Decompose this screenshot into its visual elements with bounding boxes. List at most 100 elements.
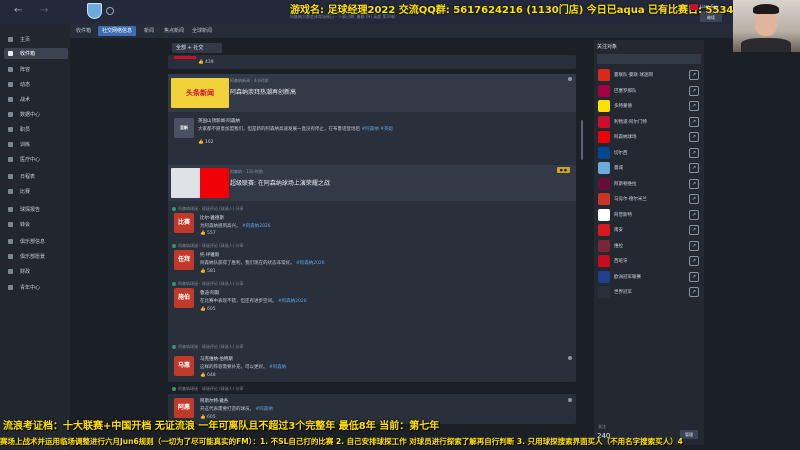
like-count[interactable]: 👍 162 bbox=[198, 140, 214, 145]
sidebar-item-squad[interactable]: 阵容 bbox=[4, 64, 68, 75]
finances-icon bbox=[8, 269, 13, 274]
reply-author[interactable]: 托·坪雅斯 bbox=[200, 252, 219, 258]
reply-avatar: 任拜 bbox=[174, 250, 194, 270]
tab-news[interactable]: 新闻 bbox=[140, 26, 158, 36]
sidebar-item-finances[interactable]: 财政 bbox=[4, 266, 68, 277]
info-icon[interactable] bbox=[568, 77, 572, 81]
hashtag-link[interactable]: #阿森纳2026 bbox=[296, 261, 325, 266]
like-count[interactable]: 👍 557 bbox=[200, 231, 216, 236]
sidebar-item-scouting[interactable]: 球探报告 bbox=[4, 204, 68, 215]
following-item[interactable]: 曼城 ↗ bbox=[597, 161, 701, 175]
hashtag-link[interactable]: #阿森纳 #英超 bbox=[361, 127, 392, 132]
following-item[interactable]: 曼联队·曼联·球迷网 ↗ bbox=[597, 68, 701, 82]
tab-global-news[interactable]: 全球新闻 bbox=[188, 26, 216, 36]
open-link-icon[interactable]: ↗ bbox=[689, 287, 699, 297]
club-crest-icon[interactable] bbox=[87, 3, 102, 19]
following-item[interactable]: 世界冠军 ↗ bbox=[597, 285, 701, 299]
match-meta: 阿森纳 · 13小时前 bbox=[230, 169, 263, 174]
info-icon[interactable] bbox=[568, 356, 572, 360]
forward-arrow-icon[interactable]: → bbox=[40, 6, 50, 16]
open-link-icon[interactable]: ↗ bbox=[689, 70, 699, 80]
match-header[interactable]: 阿森纳 · 13小时前 超级联赛: 在阿森纳球场上演荣耀之战 ● ● bbox=[168, 165, 576, 201]
open-link-icon[interactable]: ↗ bbox=[689, 85, 699, 96]
following-panel: 关注对象 曼联队·曼联·球迷网 ↗ 巴塞罗那队 ↗ 多特蒙德 ↗ 利物浦·阿尔门特 ↗ 阿森纳球… bbox=[594, 40, 704, 445]
stream-caption-line-2: 赛场上战术并运用临场调整进行六月Jun6规则（一切为了尽可能真实的FM）：1. … bbox=[0, 437, 683, 446]
club-crest-icon bbox=[598, 115, 610, 128]
sidebar-item-medical[interactable]: 医疗中心 bbox=[4, 154, 68, 165]
tab-social-feed[interactable]: 社交网络信息 bbox=[98, 26, 137, 36]
open-link-icon[interactable]: ↗ bbox=[689, 225, 699, 235]
following-name: 欧洲冠军联赛 bbox=[614, 274, 641, 280]
following-item[interactable]: 阿普斯特 ↗ bbox=[597, 208, 701, 222]
following-item[interactable]: 欧洲冠军联赛 ↗ bbox=[597, 270, 701, 284]
following-item[interactable]: 阿森纳球场 ↗ bbox=[597, 130, 701, 144]
sidebar-item-calendar[interactable]: 日程表 bbox=[4, 171, 68, 182]
open-link-icon[interactable]: ↗ bbox=[689, 256, 699, 266]
open-link-icon[interactable]: ↗ bbox=[689, 194, 699, 204]
open-link-icon[interactable]: ↗ bbox=[689, 240, 699, 251]
sidebar-item-youth[interactable]: 青年中心 bbox=[4, 282, 68, 293]
like-count[interactable]: 👍 581 bbox=[200, 269, 216, 274]
sidebar-item-competitions[interactable]: 比赛 bbox=[4, 186, 68, 197]
sidebar-item-transfers[interactable]: 转会 bbox=[4, 219, 68, 230]
open-link-icon[interactable]: ↗ bbox=[689, 101, 699, 111]
poster-name[interactable]: 英国山顶新闻·阿森纳 bbox=[198, 118, 240, 124]
hashtag-link[interactable]: #阿森纳2026 bbox=[278, 299, 307, 304]
sidebar-item-tactics[interactable]: 战术 bbox=[4, 94, 68, 105]
sidebar-item-club-info[interactable]: 俱乐部信息 bbox=[4, 236, 68, 247]
hashtag-link[interactable]: #阿森纳2026 bbox=[242, 224, 271, 229]
post-author[interactable]: 马克维纳·伯特斯 bbox=[200, 356, 233, 362]
following-item[interactable]: 多特蒙德 ↗ bbox=[597, 99, 701, 113]
sidebar-item-home[interactable]: 主页 bbox=[4, 34, 68, 45]
sidebar-item-data-hub[interactable]: 数据中心 bbox=[4, 109, 68, 120]
open-link-icon[interactable]: ↗ bbox=[689, 132, 699, 142]
tab-inbox[interactable]: 收件箱 bbox=[72, 26, 95, 36]
following-search-input[interactable] bbox=[597, 54, 701, 64]
back-arrow-icon[interactable]: ← bbox=[14, 6, 24, 16]
news-header[interactable]: 头条新闻 阿森纳新闻 · 4小时前 阿森纳崇拜热潮再创新高 bbox=[168, 74, 576, 112]
open-link-icon[interactable]: ↗ bbox=[689, 209, 699, 220]
info-icon[interactable] bbox=[568, 398, 572, 402]
hashtag-link[interactable]: #阿森纳 bbox=[255, 407, 272, 412]
feed-card-match: 阿森纳 · 13小时前 超级联赛: 在阿森纳球场上演荣耀之战 ● ● 阿森纳球迷… bbox=[168, 165, 576, 370]
following-item[interactable]: 马竞尔·德尔米兰 ↗ bbox=[597, 192, 701, 206]
sidebar-item-dynamics[interactable]: 动态 bbox=[4, 79, 68, 90]
reply-author[interactable]: 比尔·雅德斯 bbox=[200, 215, 224, 221]
open-link-icon[interactable]: ↗ bbox=[689, 147, 699, 158]
sidebar-item-inbox[interactable]: 收件箱 bbox=[4, 48, 68, 59]
following-item[interactable]: 阿斯顿维拉 ↗ bbox=[597, 177, 701, 191]
following-item[interactable]: 巴塞罗那队 ↗ bbox=[597, 84, 701, 98]
following-item[interactable]: 利物浦·阿尔门特 ↗ bbox=[597, 115, 701, 129]
following-name: 曼城 bbox=[614, 166, 623, 171]
following-name: 马竞尔·德尔米兰 bbox=[614, 197, 647, 202]
following-item[interactable]: 切尔西 ↗ bbox=[597, 146, 701, 160]
sidebar-item-staff[interactable]: 职员 bbox=[4, 124, 68, 135]
open-link-icon[interactable]: ↗ bbox=[689, 178, 699, 189]
following-item[interactable]: 南安 ↗ bbox=[597, 223, 701, 237]
post-author[interactable]: 阿斯尔特·雅各 bbox=[200, 398, 228, 404]
share-icon bbox=[172, 207, 176, 211]
nation-flag-icon bbox=[690, 4, 698, 10]
sidebar: 主页 收件箱 阵容 动态 战术 数据中心 职员 训练 医疗中心 日程表 比赛 球… bbox=[0, 24, 70, 450]
following-item[interactable]: 维拉 ↗ bbox=[597, 239, 701, 253]
feed-filter-dropdown[interactable]: 全部 + 社交 bbox=[172, 43, 222, 53]
hashtag-link[interactable]: #阿森纳 bbox=[269, 365, 286, 370]
search-icon[interactable] bbox=[106, 7, 114, 15]
like-count[interactable]: 👍 605 bbox=[200, 307, 216, 312]
feed-scrollbar[interactable] bbox=[581, 120, 583, 160]
sidebar-item-club-vision[interactable]: 俱乐部愿景 bbox=[4, 251, 68, 262]
club-crest-icon bbox=[598, 193, 610, 205]
continue-button[interactable]: 继续 bbox=[700, 14, 722, 22]
reply-text: 在比赛中表现不错，但还有进步空间。 bbox=[200, 299, 277, 304]
following-item[interactable]: 西班牙 ↗ bbox=[597, 254, 701, 268]
reply-avatar: 施伯 bbox=[174, 288, 194, 308]
following-name: 阿普斯特 bbox=[614, 212, 632, 218]
sidebar-item-training[interactable]: 训练 bbox=[4, 139, 68, 150]
reply-author[interactable]: 鲁迪·阿斯 bbox=[200, 290, 219, 296]
open-link-icon[interactable]: ↗ bbox=[689, 116, 699, 127]
open-link-icon[interactable]: ↗ bbox=[689, 271, 699, 282]
open-link-icon[interactable]: ↗ bbox=[689, 163, 699, 173]
tab-focus-news[interactable]: 焦点新闻 bbox=[160, 26, 188, 36]
like-count[interactable]: 👍 439 bbox=[198, 60, 214, 65]
like-count[interactable]: 👍 648 bbox=[200, 373, 216, 378]
